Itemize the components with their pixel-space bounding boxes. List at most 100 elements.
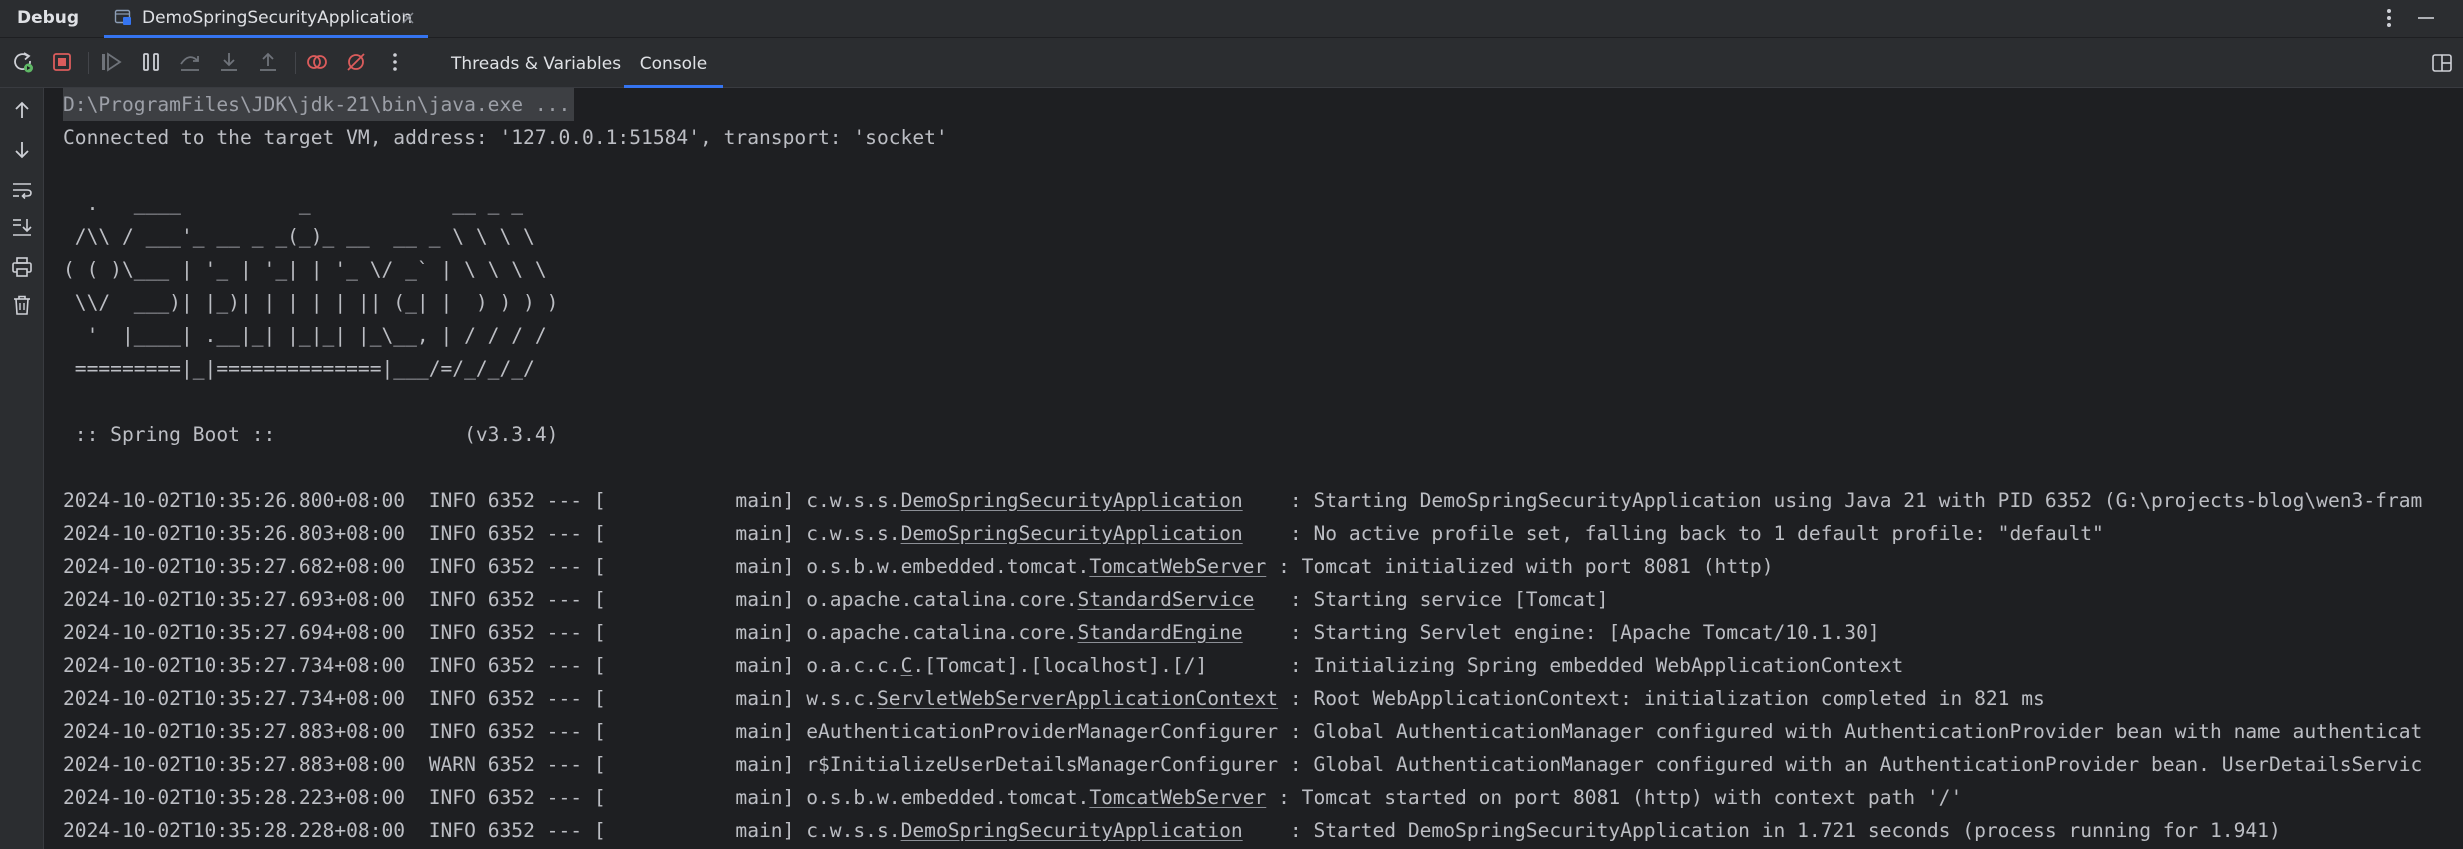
log-line: 2024-10-02T10:35:27.734+08:00 INFO 6352 …	[63, 649, 1903, 682]
step-out-icon[interactable]	[256, 50, 280, 74]
mute-breakpoints-icon[interactable]	[344, 50, 368, 74]
log-message: : Initializing Spring embedded WebApplic…	[1289, 654, 1904, 677]
clear-all-icon[interactable]	[10, 293, 34, 317]
log-separator: --- [	[546, 786, 606, 809]
log-pid: 6352	[487, 687, 535, 710]
log-level: INFO	[428, 819, 476, 842]
log-logger-prefix: o.a.c.c.	[806, 654, 901, 677]
log-separator: --- [	[546, 654, 606, 677]
log-logger-link[interactable]: StandardService	[1078, 588, 1255, 611]
view-breakpoints-icon[interactable]	[305, 50, 329, 74]
rerun-icon[interactable]	[11, 50, 35, 74]
layout-settings-icon[interactable]	[2430, 51, 2454, 75]
spring-boot-version: :: Spring Boot :: (v3.3.4)	[63, 423, 559, 446]
down-arrow-icon[interactable]	[10, 138, 34, 162]
debug-toolbar: Threads & Variables Console	[0, 38, 2463, 88]
log-level: INFO	[428, 621, 476, 644]
log-timestamp: 2024-10-02T10:35:26.800+08:00	[63, 489, 406, 512]
log-line: 2024-10-02T10:35:28.223+08:00 INFO 6352 …	[63, 781, 1962, 814]
log-timestamp: 2024-10-02T10:35:28.228+08:00	[63, 819, 406, 842]
log-pid: 6352	[487, 555, 535, 578]
log-thread: main]	[605, 753, 795, 776]
log-logger-link[interactable]: DemoSpringSecurityApplication	[901, 819, 1243, 842]
log-message: : Tomcat started on port 8081 (http) wit…	[1278, 786, 1963, 809]
log-line: 2024-10-02T10:35:27.883+08:00 INFO 6352 …	[63, 715, 2422, 748]
resume-icon[interactable]	[99, 50, 123, 74]
more-vertical-icon[interactable]	[383, 50, 407, 74]
log-logger-prefix: r$InitializeUserDetailsManagerConfigurer	[806, 753, 1279, 776]
log-logger-padding	[1266, 786, 1278, 809]
log-separator: --- [	[546, 522, 606, 545]
log-logger-link[interactable]: TomcatWebServer	[1089, 786, 1266, 809]
log-pid: 6352	[487, 720, 535, 743]
log-message: : Global AuthenticationManager configure…	[1289, 720, 2423, 743]
log-logger-link[interactable]: C	[901, 654, 913, 677]
log-logger-link[interactable]: DemoSpringSecurityApplication	[901, 522, 1243, 545]
log-level: INFO	[428, 687, 476, 710]
run-tab-label: DemoSpringSecurityApplication	[142, 8, 413, 28]
log-thread: main]	[605, 522, 795, 545]
command-line[interactable]: D:\ProgramFiles\JDK\jdk-21\bin\java.exe …	[63, 88, 575, 121]
log-logger-prefix: eAuthenticationProviderManagerConfigurer	[806, 720, 1279, 743]
log-logger-padding	[1207, 654, 1290, 677]
log-logger-prefix: w.s.c.	[806, 687, 877, 710]
log-timestamp: 2024-10-02T10:35:27.883+08:00	[63, 753, 406, 776]
log-level: INFO	[428, 588, 476, 611]
log-line: 2024-10-02T10:35:27.883+08:00 WARN 6352 …	[63, 748, 2422, 781]
log-level: INFO	[428, 555, 476, 578]
log-thread: main]	[605, 489, 795, 512]
log-thread: main]	[605, 819, 795, 842]
more-vertical-icon[interactable]	[2378, 6, 2400, 30]
log-logger-padding	[1278, 720, 1290, 743]
banner-line: . ____ _ __ _ _	[63, 192, 524, 215]
run-configuration-tab[interactable]: DemoSpringSecurityApplication	[104, 0, 428, 38]
log-message: : No active profile set, falling back to…	[1289, 522, 2104, 545]
log-logger-padding	[1278, 687, 1290, 710]
log-level: INFO	[428, 489, 476, 512]
log-message: : Root WebApplicationContext: initializa…	[1289, 687, 2045, 710]
log-message: : Global AuthenticationManager configure…	[1289, 753, 2423, 776]
connected-message: Connected to the target VM, address: '12…	[63, 126, 948, 149]
toolbar-separator	[295, 52, 296, 74]
banner-line: =========|_|==============|___/=/_/_/_/	[63, 357, 535, 380]
log-thread: main]	[605, 720, 795, 743]
stop-icon[interactable]	[50, 50, 74, 74]
print-icon[interactable]	[10, 255, 34, 279]
log-logger-prefix: o.apache.catalina.core.	[806, 621, 1078, 644]
minimize-icon[interactable]	[2414, 6, 2438, 30]
step-into-icon[interactable]	[217, 50, 241, 74]
console-side-toolbar	[0, 88, 44, 849]
tab-threads-variables[interactable]: Threads & Variables	[451, 38, 621, 88]
close-icon[interactable]	[399, 9, 417, 27]
panel-title: Debug	[17, 8, 80, 28]
debug-tool-window-header: Debug DemoSpringSecurityApplication	[0, 0, 2463, 38]
log-logger-link[interactable]: StandardEngine	[1078, 621, 1243, 644]
log-timestamp: 2024-10-02T10:35:27.734+08:00	[63, 687, 406, 710]
application-icon	[114, 8, 132, 26]
log-logger-padding	[1266, 555, 1278, 578]
log-level: WARN	[428, 753, 476, 776]
log-thread: main]	[605, 654, 795, 677]
up-arrow-icon[interactable]	[10, 98, 34, 122]
log-separator: --- [	[546, 819, 606, 842]
log-separator: --- [	[546, 555, 606, 578]
log-thread: main]	[605, 687, 795, 710]
log-logger-link[interactable]: ServletWebServerApplicationContext	[877, 687, 1278, 710]
scroll-to-end-icon[interactable]	[10, 215, 34, 239]
console-output[interactable]: D:\ProgramFiles\JDK\jdk-21\bin\java.exe …	[44, 88, 2463, 849]
toolbar-separator	[88, 52, 89, 74]
soft-wrap-icon[interactable]	[10, 178, 34, 202]
pause-icon[interactable]	[139, 50, 163, 74]
log-thread: main]	[605, 588, 795, 611]
log-message: : Starting Servlet engine: [Apache Tomca…	[1289, 621, 1880, 644]
log-logger-link[interactable]: TomcatWebServer	[1089, 555, 1266, 578]
tab-console[interactable]: Console	[624, 38, 723, 88]
log-logger-padding	[1243, 522, 1290, 545]
step-over-icon[interactable]	[178, 50, 202, 74]
banner-line: ( ( )\___ | '_ | '_| | '_ \/ _` | \ \ \ …	[63, 258, 547, 281]
log-logger-prefix: c.w.s.s.	[806, 819, 901, 842]
log-logger-prefix: c.w.s.s.	[806, 489, 901, 512]
log-message: : Starting service [Tomcat]	[1289, 588, 1609, 611]
log-logger-link[interactable]: DemoSpringSecurityApplication	[901, 489, 1243, 512]
log-timestamp: 2024-10-02T10:35:27.682+08:00	[63, 555, 406, 578]
